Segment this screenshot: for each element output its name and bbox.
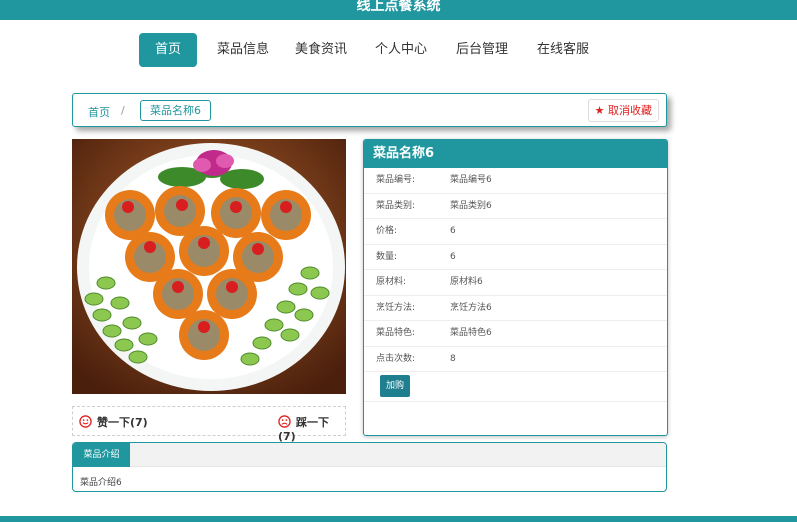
dish-photo: [72, 139, 346, 394]
unfavorite-button[interactable]: ★ 取消收藏: [587, 99, 659, 122]
info-row: 菜品特色: 菜品特色6: [364, 321, 667, 347]
info-key: 菜品类别:: [376, 200, 416, 211]
add-to-cart-button[interactable]: 加购: [380, 375, 410, 397]
info-row: 价格: 6: [364, 219, 667, 245]
info-key: 菜品编号:: [376, 175, 416, 185]
buy-row: 加购: [364, 372, 667, 402]
info-key: 原材料:: [376, 277, 407, 287]
breadcrumb-separator: /: [121, 104, 125, 117]
vote-bar: 赞一下(7) 踩一下(7): [72, 406, 346, 443]
info-value: 菜品特色6: [450, 328, 492, 338]
app-header: 线上点餐系统: [0, 0, 797, 20]
dislike-button[interactable]: 踩一下(7): [278, 414, 345, 443]
main-nav: 首页 菜品信息 美食资讯 个人中心 后台管理 在线客服: [0, 33, 797, 67]
info-key: 价格:: [376, 226, 398, 236]
description-tabs: 菜品介绍 菜品介绍6: [72, 442, 667, 492]
tab-bar: [73, 443, 666, 467]
info-row: 菜品编号: 菜品编号6: [364, 168, 667, 194]
breadcrumb-home-link[interactable]: 首页: [88, 104, 110, 120]
info-row: 烹饪方法: 烹饪方法6: [364, 296, 667, 321]
info-key: 数量:: [376, 251, 398, 262]
breadcrumb-panel: 首页 / 菜品名称6 ★ 取消收藏: [72, 93, 667, 127]
info-row: 点击次数: 8: [364, 347, 667, 372]
like-button[interactable]: 赞一下(7): [79, 414, 148, 430]
app-title: 线上点餐系统: [356, 0, 441, 14]
info-row: 菜品类别: 菜品类别6: [364, 194, 667, 219]
like-count-label: 赞一下(7): [97, 416, 148, 429]
star-icon: ★: [594, 104, 605, 117]
tab-content: 菜品介绍6: [80, 478, 122, 488]
nav-item-profile[interactable]: 个人中心: [370, 33, 432, 67]
unfavorite-label: 取消收藏: [608, 104, 652, 117]
nav-item-food-news[interactable]: 美食资讯: [290, 33, 352, 67]
frown-icon: [278, 415, 291, 428]
dish-title: 菜品名称6: [364, 140, 667, 168]
info-value: 6: [450, 251, 456, 262]
tab-dish-intro[interactable]: 菜品介绍: [73, 443, 130, 467]
info-value: 8: [450, 353, 456, 364]
dish-info-panel: 菜品名称6 菜品编号: 菜品编号6 菜品类别: 菜品类别6 价格: 6 数量: 6 原材…: [363, 139, 668, 436]
info-value: 菜品类别6: [450, 200, 492, 211]
info-value: 菜品编号6: [450, 175, 492, 185]
dish-image: [72, 139, 346, 394]
info-value: 6: [450, 226, 456, 236]
nav-item-admin[interactable]: 后台管理: [451, 33, 513, 67]
nav-item-home[interactable]: 首页: [139, 33, 197, 67]
info-row: 数量: 6: [364, 245, 667, 270]
breadcrumb-current: 菜品名称6: [140, 100, 211, 121]
info-key: 烹饪方法:: [376, 302, 416, 313]
nav-item-support[interactable]: 在线客服: [532, 33, 594, 67]
info-row: 原材料: 原材料6: [364, 270, 667, 296]
info-value: 烹饪方法6: [450, 302, 492, 313]
info-key: 点击次数:: [376, 353, 416, 364]
smile-icon: [79, 415, 92, 428]
nav-item-dishes[interactable]: 菜品信息: [210, 33, 276, 67]
footer-bar: [0, 516, 797, 522]
info-key: 菜品特色:: [376, 328, 416, 338]
info-value: 原材料6: [450, 277, 483, 287]
